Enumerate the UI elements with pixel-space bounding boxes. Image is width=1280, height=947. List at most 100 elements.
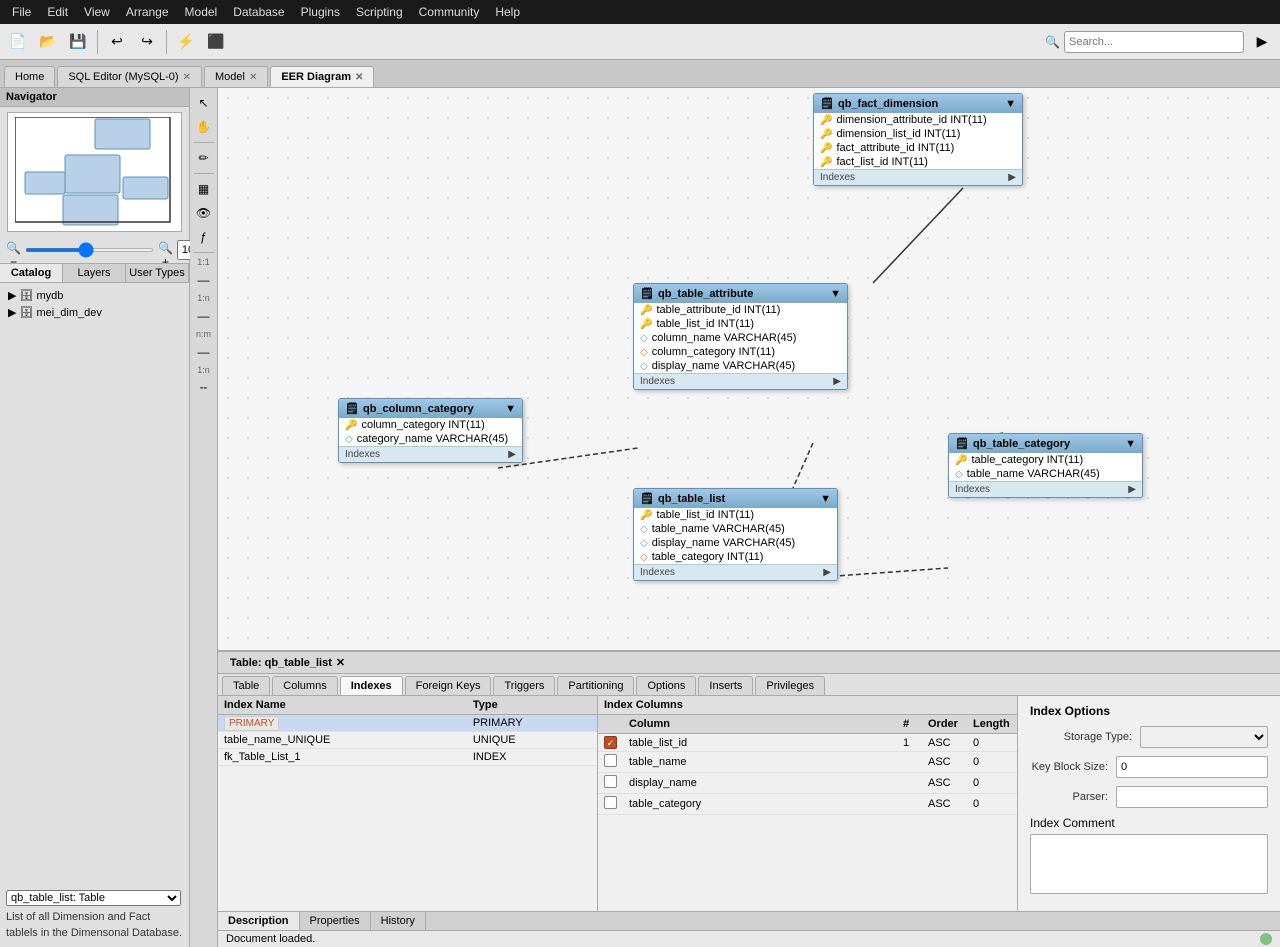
eer-field-3-3[interactable]: ◇table_category INT(11) xyxy=(634,550,837,564)
menu-database[interactable]: Database xyxy=(225,0,292,24)
zoom-in-button[interactable]: 🔍+ xyxy=(158,241,173,259)
icol-check-1[interactable] xyxy=(598,752,623,773)
tool-rel-1-n[interactable]: — xyxy=(193,305,215,327)
tool-rel-1-n-v[interactable]: ╌ xyxy=(193,377,215,399)
editor-tab-triggers[interactable]: Triggers xyxy=(493,676,555,695)
icol-row-0[interactable]: ✓ table_list_id 1 ASC 0 xyxy=(598,734,1017,752)
eer-menu-table-cat[interactable]: ▼ xyxy=(1125,438,1136,450)
icol-row-1[interactable]: table_name ASC 0 xyxy=(598,752,1017,773)
menu-community[interactable]: Community xyxy=(411,0,488,24)
key-block-size-input[interactable] xyxy=(1116,756,1268,778)
menu-help[interactable]: Help xyxy=(487,0,528,24)
tool-view[interactable]: 👁 xyxy=(193,202,215,224)
editor-tab-partitioning[interactable]: Partitioning xyxy=(557,676,634,695)
eer-menu-table-attr[interactable]: ▼ xyxy=(830,288,841,300)
eer-canvas[interactable]: 🗒 qb_fact_dimension ▼ 🔑dimension_attribu… xyxy=(218,88,1280,650)
tool-hand[interactable]: ✋ xyxy=(193,116,215,138)
storage-type-select[interactable] xyxy=(1140,726,1268,748)
eer-field-3-1[interactable]: ◇table_name VARCHAR(45) xyxy=(634,522,837,536)
tab-model-close[interactable]: ✕ xyxy=(249,72,257,83)
eer-menu-table-list[interactable]: ▼ xyxy=(820,493,831,505)
eer-field-0-2[interactable]: 🔑fact_attribute_id INT(11) xyxy=(814,141,1022,155)
open-button[interactable]: 📂 xyxy=(34,28,62,56)
eer-field-0-1[interactable]: 🔑dimension_list_id INT(11) xyxy=(814,127,1022,141)
icol-check-2[interactable] xyxy=(598,773,623,794)
editor-tab-privileges[interactable]: Privileges xyxy=(755,676,825,695)
tab-sqleditor-close[interactable]: ✕ xyxy=(183,72,191,83)
index-comment-textarea[interactable] xyxy=(1030,834,1268,894)
undo-button[interactable]: ↩ xyxy=(103,28,131,56)
tool-table[interactable]: ▦ xyxy=(193,178,215,200)
eer-table-qb-column-category[interactable]: 🗒 qb_column_category ▼ 🔑column_category … xyxy=(338,398,523,463)
eer-indexes-2[interactable]: Indexes▶ xyxy=(339,446,522,462)
context-select[interactable]: qb_table_list: Table xyxy=(6,890,181,906)
tab-eerdiagram-close[interactable]: ✕ xyxy=(355,72,363,83)
editor-tab-options[interactable]: Options xyxy=(636,676,696,695)
tab-model[interactable]: Model ✕ xyxy=(204,66,268,87)
eer-table-qb-table-attribute[interactable]: 🗒 qb_table_attribute ▼ 🔑table_attribute_… xyxy=(633,283,848,390)
tool-routine[interactable]: ƒ xyxy=(193,226,215,248)
index-row-unique[interactable]: table_name_UNIQUE UNIQUE xyxy=(218,732,597,749)
eer-field-1-2[interactable]: ◇column_name VARCHAR(45) xyxy=(634,331,847,345)
search-go-button[interactable]: ▶ xyxy=(1248,28,1276,56)
eer-field-3-2[interactable]: ◇display_name VARCHAR(45) xyxy=(634,536,837,550)
eer-field-2-1[interactable]: ◇category_name VARCHAR(45) xyxy=(339,432,522,446)
eer-field-4-1[interactable]: ◇table_name VARCHAR(45) xyxy=(949,467,1142,481)
execute-button[interactable]: ⚡ xyxy=(172,28,200,56)
sidebar-tab-usertypes[interactable]: User Types xyxy=(126,264,189,282)
icol-check-0[interactable]: ✓ xyxy=(598,734,623,752)
editor-tab-inserts[interactable]: Inserts xyxy=(698,676,753,695)
eer-field-1-1[interactable]: 🔑table_list_id INT(11) xyxy=(634,317,847,331)
icol-row-2[interactable]: display_name ASC 0 xyxy=(598,773,1017,794)
index-row-primary[interactable]: PRIMARY PRIMARY xyxy=(218,715,597,732)
tab-sqleditor[interactable]: SQL Editor (MySQL-0) ✕ xyxy=(57,66,202,87)
menu-plugins[interactable]: Plugins xyxy=(293,0,348,24)
menu-view[interactable]: View xyxy=(76,0,118,24)
zoom-out-button[interactable]: 🔍− xyxy=(6,241,21,259)
tool-rel-nm[interactable]: — xyxy=(193,341,215,363)
parser-input[interactable] xyxy=(1116,786,1268,808)
eer-table-qb-fact-dimension[interactable]: 🗒 qb_fact_dimension ▼ 🔑dimension_attribu… xyxy=(813,93,1023,186)
index-row-fk[interactable]: fk_Table_List_1 INDEX xyxy=(218,749,597,766)
bottom-close-button[interactable]: ✕ xyxy=(336,656,345,669)
tree-item-meidimdev[interactable]: ▶ 🗄 mei_dim_dev xyxy=(4,304,185,321)
editor-tab-table[interactable]: Table xyxy=(222,676,270,695)
eer-field-3-0[interactable]: 🔑table_list_id INT(11) xyxy=(634,508,837,522)
menu-file[interactable]: File xyxy=(4,0,39,24)
tool-rel-1-1[interactable]: — xyxy=(193,269,215,291)
editor-tab-indexes[interactable]: Indexes xyxy=(340,676,403,695)
eer-indexes-0[interactable]: Indexes▶ xyxy=(814,169,1022,185)
zoom-slider[interactable] xyxy=(25,248,154,252)
eer-indexes-3[interactable]: Indexes▶ xyxy=(634,564,837,580)
stop-button[interactable]: ⬛ xyxy=(202,28,230,56)
eer-field-1-0[interactable]: 🔑table_attribute_id INT(11) xyxy=(634,303,847,317)
redo-button[interactable]: ↪ xyxy=(133,28,161,56)
tree-item-mydb[interactable]: ▶ 🗄 mydb xyxy=(4,287,185,304)
eer-menu-col-cat[interactable]: ▼ xyxy=(505,403,516,415)
menu-edit[interactable]: Edit xyxy=(39,0,76,24)
icol-row-3[interactable]: table_category ASC 0 xyxy=(598,794,1017,815)
sidebar-tab-catalog[interactable]: Catalog xyxy=(0,264,63,282)
new-button[interactable]: 📄 xyxy=(4,28,32,56)
eer-field-4-0[interactable]: 🔑table_category INT(11) xyxy=(949,453,1142,467)
status-tab-properties[interactable]: Properties xyxy=(300,912,371,930)
tool-cursor[interactable]: ↖ xyxy=(193,92,215,114)
tab-home[interactable]: Home xyxy=(4,66,55,87)
menu-model[interactable]: Model xyxy=(177,0,226,24)
eer-field-1-3[interactable]: ◇column_category INT(11) xyxy=(634,345,847,359)
eer-table-qb-table-category[interactable]: 🗒 qb_table_category ▼ 🔑table_category IN… xyxy=(948,433,1143,498)
menu-arrange[interactable]: Arrange xyxy=(118,0,177,24)
save-button[interactable]: 💾 xyxy=(64,28,92,56)
tab-eerdiagram[interactable]: EER Diagram ✕ xyxy=(270,66,374,87)
editor-tab-foreignkeys[interactable]: Foreign Keys xyxy=(405,676,492,695)
eer-indexes-1[interactable]: Indexes▶ xyxy=(634,373,847,389)
eer-menu-fact-dim[interactable]: ▼ xyxy=(1005,98,1016,110)
status-tab-description[interactable]: Description xyxy=(218,912,300,930)
eer-field-0-3[interactable]: 🔑fact_list_id INT(11) xyxy=(814,155,1022,169)
icol-check-3[interactable] xyxy=(598,794,623,815)
eer-field-1-4[interactable]: ◇display_name VARCHAR(45) xyxy=(634,359,847,373)
search-input[interactable] xyxy=(1064,31,1244,53)
eer-field-0-0[interactable]: 🔑dimension_attribute_id INT(11) xyxy=(814,113,1022,127)
status-tab-history[interactable]: History xyxy=(371,912,426,930)
sidebar-tab-layers[interactable]: Layers xyxy=(63,264,126,282)
